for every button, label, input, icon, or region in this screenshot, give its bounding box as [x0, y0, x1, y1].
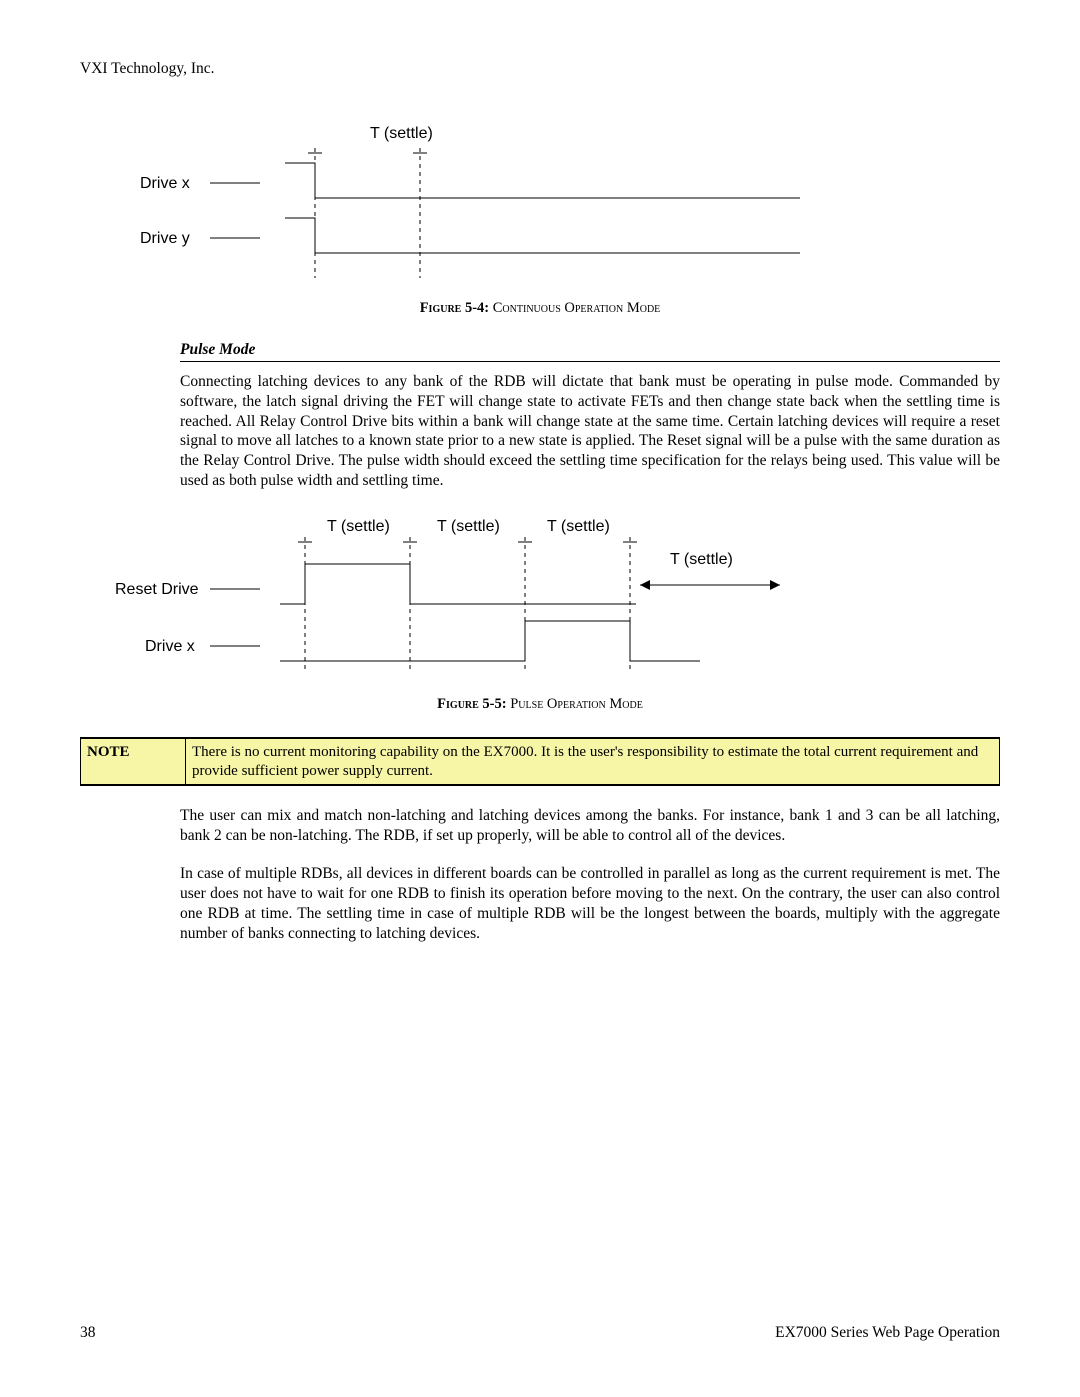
- tsettle-2: T (settle): [437, 518, 500, 535]
- note-text: There is no current monitoring capabilit…: [192, 744, 978, 779]
- figure-5-4-caption-title: Continuous Operation Mode: [493, 300, 661, 316]
- figure-5-5-svg: T (settle) T (settle) T (settle) T (sett…: [80, 509, 840, 679]
- pulse-mode-rule: [180, 361, 1000, 362]
- drive-x-label: Drive x: [140, 175, 190, 192]
- page-number: 38: [80, 1324, 96, 1342]
- page-footer: 38 EX7000 Series Web Page Operation: [80, 1324, 1000, 1342]
- figure-5-4: T (settle) Drive x Drive y: [80, 118, 1000, 288]
- tsettle-label: T (settle): [370, 125, 433, 142]
- figure-5-5: T (settle) T (settle) T (settle) T (sett…: [80, 509, 1000, 684]
- pulse-mode-heading: Pulse Mode: [180, 341, 1000, 359]
- figure-5-4-caption-prefix: Figure 5-4:: [420, 300, 493, 316]
- figure-5-4-svg: T (settle) Drive x Drive y: [80, 118, 800, 283]
- figure-5-5-caption: Figure 5-5: Pulse Operation Mode: [80, 696, 1000, 713]
- note-label: NOTE: [87, 744, 130, 760]
- figure-5-5-caption-title: Pulse Operation Mode: [510, 696, 643, 712]
- pulse-mode-paragraph: Connecting latching devices to any bank …: [180, 372, 1000, 491]
- header-company: VXI Technology, Inc.: [80, 60, 1000, 78]
- drive-x-label-2: Drive x: [145, 638, 195, 655]
- drive-y-label: Drive y: [140, 230, 190, 247]
- post-note-para-1: The user can mix and match non-latching …: [180, 806, 1000, 846]
- figure-5-5-caption-prefix: Figure 5-5:: [437, 696, 510, 712]
- page: VXI Technology, Inc. T (settle) Drive x …: [0, 0, 1080, 1397]
- footer-section: EX7000 Series Web Page Operation: [775, 1324, 1000, 1342]
- figure-5-4-caption: Figure 5-4: Continuous Operation Mode: [80, 300, 1000, 317]
- pulse-mode-section: Pulse Mode Connecting latching devices t…: [180, 341, 1000, 491]
- post-note-paragraphs: The user can mix and match non-latching …: [180, 806, 1000, 943]
- tsettle-4: T (settle): [670, 551, 733, 568]
- tsettle-1: T (settle): [327, 518, 390, 535]
- post-note-para-2: In case of multiple RDBs, all devices in…: [180, 864, 1000, 943]
- note-box: NOTE There is no current monitoring capa…: [80, 737, 1000, 787]
- reset-drive-label: Reset Drive: [115, 581, 199, 598]
- tsettle-3: T (settle): [547, 518, 610, 535]
